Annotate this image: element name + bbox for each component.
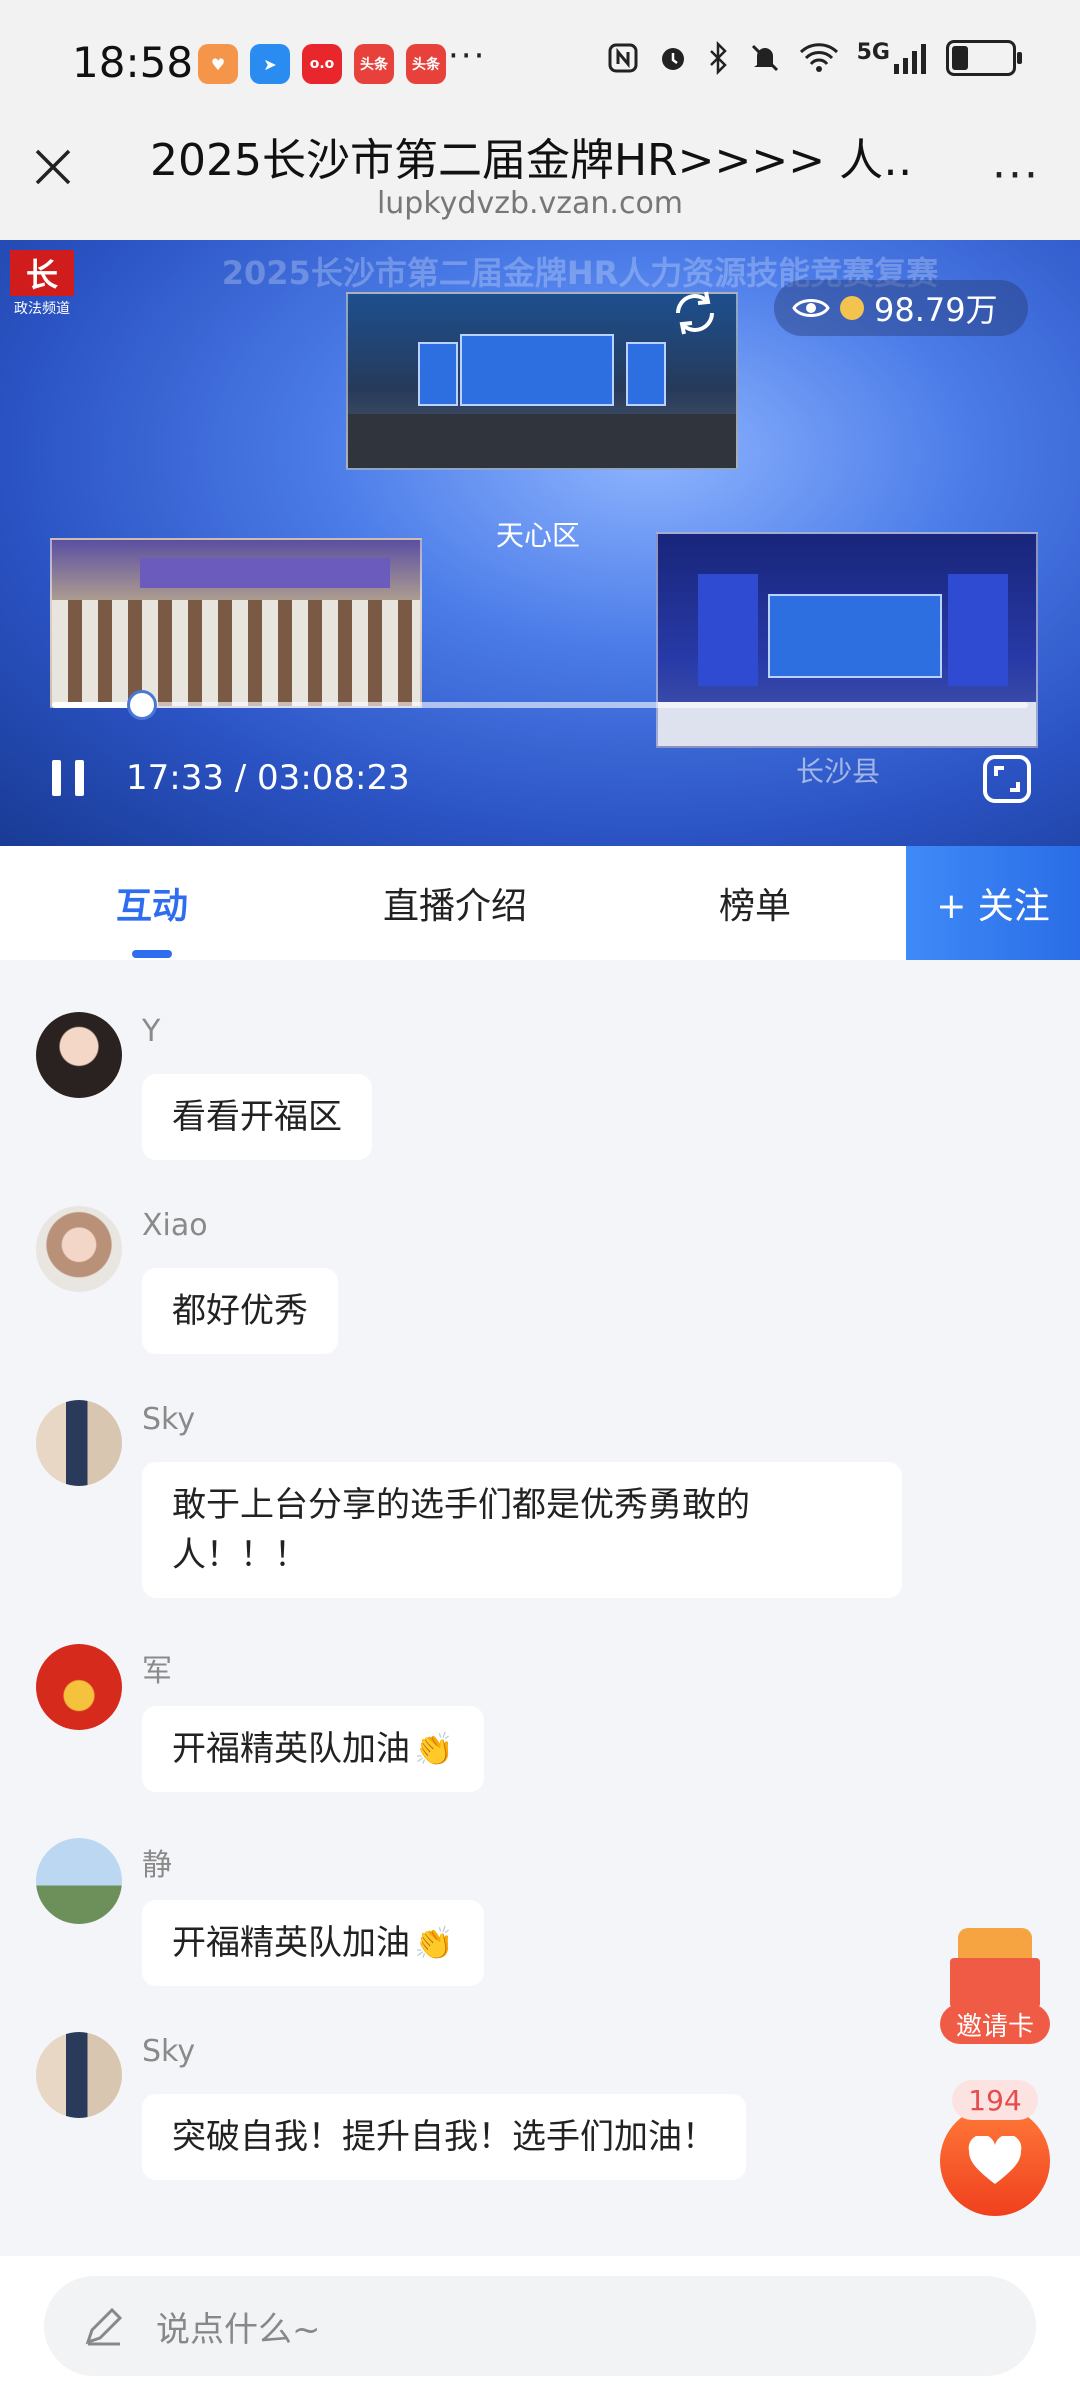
notification-icons: ♥ ➤ o.o 头条 头条	[198, 44, 446, 84]
stage-screen	[768, 594, 942, 678]
follow-button[interactable]: + 关注	[906, 846, 1080, 960]
avatar[interactable]	[36, 1838, 122, 1924]
like-button[interactable]	[940, 2106, 1050, 2216]
message-text: 开福精英队加油	[172, 1923, 410, 1963]
clock: 18:58	[72, 38, 194, 87]
network-type: 5G	[856, 39, 890, 65]
stage-screen	[460, 334, 614, 406]
message-username: Sky	[142, 1402, 196, 1437]
tab-ranking[interactable]: 榜单	[680, 846, 830, 960]
nfc-icon	[608, 43, 638, 73]
message-username: Sky	[142, 2034, 196, 2069]
panel-caption-tianxin: 天心区	[496, 519, 581, 552]
heart-icon	[968, 2136, 1022, 2184]
message-bubble: 开福精英队加油 👏	[142, 1706, 484, 1792]
channel-logo: 长 政法频道	[10, 250, 74, 317]
mute-icon	[751, 44, 778, 72]
battery-icon	[946, 40, 1022, 76]
message-username: Y	[142, 1014, 161, 1049]
progress-handle[interactable]	[126, 690, 157, 720]
coin-icon	[840, 296, 864, 320]
status-bar: 18:58 ♥ ➤ o.o 头条 头条 ··· 5G	[0, 0, 1080, 120]
more-notifications-icon: ···	[448, 36, 487, 76]
stage-screen	[626, 342, 666, 406]
channel-name: 政法频道	[14, 301, 70, 317]
refresh-icon[interactable]	[666, 284, 724, 342]
stage-banner	[140, 558, 390, 588]
clap-emoji: 👏	[414, 1924, 454, 1962]
envelope-body	[950, 1958, 1040, 2008]
avatar[interactable]	[36, 1400, 122, 1486]
tmall-app-icon: o.o	[302, 44, 342, 84]
clap-emoji: 👏	[414, 1730, 454, 1768]
arrow-app-icon: ➤	[250, 44, 290, 84]
message-username: 静	[142, 1848, 172, 1883]
audience	[52, 600, 420, 706]
stage-screen	[418, 342, 458, 406]
heart-app-icon: ♥	[198, 44, 238, 84]
eye-icon	[792, 299, 830, 317]
tab-interaction[interactable]: 互动	[70, 846, 234, 960]
system-icons: 5G	[607, 39, 1022, 76]
view-count: 98.79万	[874, 291, 998, 329]
toutiao-app-icon: 头条	[406, 44, 446, 84]
avatar[interactable]	[36, 1644, 122, 1730]
message-bubble: 开福精英队加油 👏	[142, 1900, 484, 1986]
bluetooth-icon	[709, 41, 727, 75]
stage-pillar	[698, 574, 758, 686]
toutiao-app-icon: 头条	[354, 44, 394, 84]
message-text: 开福精英队加油	[172, 1729, 410, 1769]
message-username: 军	[142, 1654, 172, 1689]
like-count: 194	[952, 2080, 1038, 2120]
signal-icon	[894, 44, 926, 74]
comment-placeholder[interactable]: 说点什么~	[156, 2302, 321, 2351]
venue-panel-kaifu	[50, 538, 422, 708]
venue-panel-changsha	[656, 532, 1038, 748]
page-title: 2025长沙市第二届金牌HR>>>> 人…	[150, 135, 910, 186]
avatar[interactable]	[36, 1012, 122, 1098]
audience	[348, 414, 736, 468]
message-username: Xiao	[142, 1208, 208, 1243]
pause-icon[interactable]	[50, 758, 86, 798]
invite-card-label: 邀请卡	[940, 2004, 1050, 2044]
avatar[interactable]	[36, 2032, 122, 2118]
view-count-badge: 98.79万	[774, 280, 1028, 336]
time-display: 17:33 / 03:08:23	[126, 758, 410, 798]
invite-card-button[interactable]: 邀请卡	[940, 1918, 1050, 2048]
close-icon	[35, 149, 71, 185]
wifi-icon	[799, 43, 838, 72]
avatar[interactable]	[36, 1206, 122, 1292]
stage-pillar	[948, 574, 1008, 686]
message-bubble: 看看开福区	[142, 1074, 372, 1160]
message-bubble: 突破自我！提升自我！选手们加油！	[142, 2094, 746, 2180]
page-url: lupkydvzb.vzan.com	[376, 186, 684, 221]
video-player[interactable]: 长 政法频道 2025长沙市第二届金牌HR人力资源技能竞赛复赛 天心区 长沙县 …	[0, 240, 1080, 846]
message-bubble: 敢于上台分享的选手们都是优秀勇敢的人！！！	[142, 1462, 902, 1598]
alarm-icon	[661, 48, 684, 70]
progress-bar[interactable]	[52, 690, 1028, 720]
pen-icon	[85, 2307, 123, 2346]
stage-floor	[658, 702, 1036, 746]
fullscreen-icon[interactable]	[982, 754, 1032, 804]
tab-live-intro[interactable]: 直播介绍	[340, 846, 570, 960]
more-options-button[interactable]: ···	[992, 150, 1040, 201]
close-button[interactable]	[28, 142, 78, 192]
active-tab-indicator	[132, 950, 172, 958]
message-bubble: 都好优秀	[142, 1268, 338, 1354]
panel-caption-changsha: 长沙县	[796, 755, 881, 788]
